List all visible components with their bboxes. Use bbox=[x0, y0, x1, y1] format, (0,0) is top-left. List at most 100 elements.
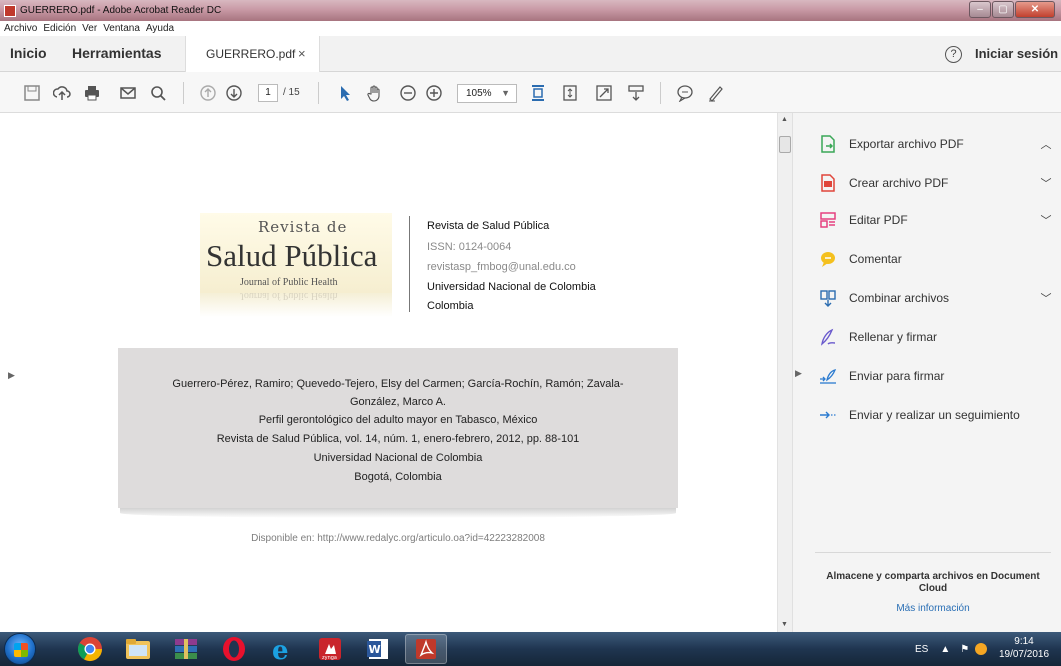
tool-export-pdf[interactable]: Exportar archivo PDF ︿ bbox=[818, 133, 1053, 155]
tab-herramientas[interactable]: Herramientas bbox=[72, 45, 162, 61]
fit-page-icon[interactable] bbox=[528, 83, 548, 103]
menu-ver[interactable]: Ver bbox=[82, 23, 97, 34]
select-arrow-icon[interactable] bbox=[335, 83, 355, 103]
menu-ayuda[interactable]: Ayuda bbox=[146, 23, 174, 34]
zoom-out-icon[interactable] bbox=[398, 83, 418, 103]
tab-document[interactable]: GUERRERO.pdf × bbox=[185, 36, 320, 72]
logo-subtitle-reflection: Journal of Public Health bbox=[240, 290, 338, 301]
tab-inicio[interactable]: Inicio bbox=[10, 45, 47, 61]
save-icon[interactable] bbox=[22, 83, 42, 103]
vertical-scrollbar[interactable]: ▲ ▼ bbox=[777, 113, 792, 632]
tool-label: Enviar y realizar un seguimiento bbox=[849, 408, 1020, 422]
upload-cloud-icon[interactable] bbox=[52, 83, 72, 103]
fullscreen-icon[interactable] bbox=[594, 83, 614, 103]
tool-comment[interactable]: Comentar bbox=[818, 248, 1053, 270]
send-track-icon bbox=[818, 405, 838, 425]
toolbar-separator bbox=[183, 82, 184, 104]
create-pdf-icon bbox=[818, 173, 838, 193]
start-button[interactable] bbox=[4, 633, 36, 665]
menu-archivo[interactable]: Archivo bbox=[4, 23, 37, 34]
zoom-in-icon[interactable] bbox=[424, 83, 444, 103]
close-window-button[interactable]: ✕ bbox=[1015, 1, 1055, 18]
sign-pen-icon[interactable] bbox=[706, 83, 726, 103]
zoom-select[interactable]: 105% ▼ bbox=[457, 84, 517, 103]
window-controls: – ▢ ✕ bbox=[969, 1, 1055, 18]
journal-info-line: Universidad Nacional de Colombia bbox=[427, 281, 596, 293]
word-icon[interactable]: W bbox=[357, 634, 399, 664]
logo-journal-subtitle: Journal of Public Health bbox=[240, 277, 338, 288]
zynga-icon[interactable]: zynga bbox=[309, 634, 351, 664]
fill-sign-icon bbox=[818, 327, 838, 347]
tool-send-track[interactable]: Enviar y realizar un seguimiento bbox=[818, 404, 1053, 426]
acrobat-icon[interactable] bbox=[405, 634, 447, 664]
send-sign-icon bbox=[818, 366, 838, 386]
notification-icon[interactable] bbox=[975, 643, 988, 655]
read-mode-icon[interactable] bbox=[626, 83, 646, 103]
help-icon[interactable]: ? bbox=[945, 46, 962, 63]
citation-line: Bogotá, Colombia bbox=[354, 471, 442, 483]
close-tab-icon[interactable]: × bbox=[298, 46, 306, 61]
chevron-down-icon[interactable]: ﹀ bbox=[1039, 175, 1053, 191]
header-divider bbox=[409, 216, 410, 312]
svg-text:e: e bbox=[272, 636, 289, 663]
menu-bar: Archivo Edición Ver Ventana Ayuda bbox=[0, 21, 1061, 36]
tool-create-pdf[interactable]: Crear archivo PDF ﹀ bbox=[818, 172, 1053, 194]
tool-fill-sign[interactable]: Rellenar y firmar bbox=[818, 326, 1053, 348]
next-page-icon[interactable] bbox=[224, 83, 244, 103]
scroll-down-icon[interactable]: ▼ bbox=[781, 621, 788, 628]
left-pane-toggle-icon[interactable]: ▶ bbox=[8, 370, 15, 381]
right-pane-toggle-icon[interactable]: ▶ bbox=[795, 368, 802, 379]
chevron-down-icon[interactable]: ﹀ bbox=[1039, 212, 1053, 228]
minimize-button[interactable]: – bbox=[969, 1, 991, 18]
prev-page-icon[interactable] bbox=[198, 83, 218, 103]
tool-send-sign[interactable]: Enviar para firmar bbox=[818, 365, 1053, 387]
opera-icon[interactable] bbox=[213, 634, 255, 664]
signin-link[interactable]: Iniciar sesión bbox=[975, 46, 1058, 61]
scrollbar-thumb[interactable] bbox=[779, 136, 791, 153]
chevron-down-icon[interactable]: ﹀ bbox=[1039, 290, 1053, 306]
chevron-up-icon[interactable]: ︿ bbox=[1039, 136, 1053, 152]
email-icon[interactable] bbox=[118, 83, 138, 103]
export-pdf-icon bbox=[818, 134, 838, 154]
tool-label: Editar PDF bbox=[849, 213, 908, 227]
logo-revista-de: Revista de bbox=[258, 218, 348, 236]
comment-icon[interactable] bbox=[675, 83, 695, 103]
tool-edit-pdf[interactable]: Editar PDF ﹀ bbox=[818, 209, 1053, 231]
zoom-value: 105% bbox=[466, 88, 492, 99]
available-url[interactable]: Disponible en: http://www.redalyc.org/ar… bbox=[118, 533, 678, 544]
print-icon[interactable] bbox=[82, 83, 102, 103]
more-info-link[interactable]: Más información bbox=[815, 603, 1051, 614]
svg-text:zynga: zynga bbox=[322, 655, 337, 661]
language-indicator[interactable]: ES bbox=[915, 644, 928, 655]
scroll-mode-icon[interactable] bbox=[560, 83, 580, 103]
chrome-icon[interactable] bbox=[69, 634, 111, 664]
tool-label: Rellenar y firmar bbox=[849, 330, 938, 344]
clock-date: 19/07/2016 bbox=[998, 649, 1050, 660]
acrobat-app-icon bbox=[4, 4, 16, 17]
file-explorer-icon[interactable] bbox=[117, 634, 159, 664]
action-center-flag-icon[interactable]: ⚑ bbox=[960, 644, 969, 655]
citation-line: Guerrero-Pérez, Ramiro; Quevedo-Tejero, … bbox=[172, 378, 624, 390]
hand-icon[interactable] bbox=[365, 83, 385, 103]
windows-logo-icon bbox=[14, 643, 28, 657]
citation-line: González, Marco A. bbox=[350, 396, 446, 408]
page-number-input[interactable]: 1 bbox=[258, 84, 278, 102]
tool-label: Comentar bbox=[849, 252, 902, 266]
comment-icon bbox=[818, 249, 838, 269]
tool-label: Exportar archivo PDF bbox=[849, 137, 964, 151]
scroll-up-icon[interactable]: ▲ bbox=[781, 116, 788, 123]
internet-explorer-icon[interactable]: e bbox=[261, 634, 303, 664]
tab-bar: Inicio Herramientas GUERRERO.pdf × ? Ini… bbox=[0, 36, 1061, 72]
taskbar-clock[interactable]: 9:14 19/07/2016 bbox=[994, 635, 1054, 661]
citation-line: Revista de Salud Pública, vol. 14, núm. … bbox=[216, 433, 580, 445]
tool-combine-files[interactable]: Combinar archivos ﹀ bbox=[818, 287, 1053, 309]
winrar-icon[interactable] bbox=[165, 634, 207, 664]
maximize-button[interactable]: ▢ bbox=[992, 1, 1014, 18]
menu-edicion[interactable]: Edición bbox=[43, 23, 76, 34]
show-hidden-icons-icon[interactable]: ▲ bbox=[940, 644, 950, 655]
menu-ventana[interactable]: Ventana bbox=[103, 23, 140, 34]
pane-divider bbox=[815, 552, 1051, 553]
toolbar: 1 / 15 105% ▼ bbox=[0, 72, 1061, 113]
search-icon[interactable] bbox=[148, 83, 168, 103]
citation-line: Universidad Nacional de Colombia bbox=[313, 452, 483, 464]
